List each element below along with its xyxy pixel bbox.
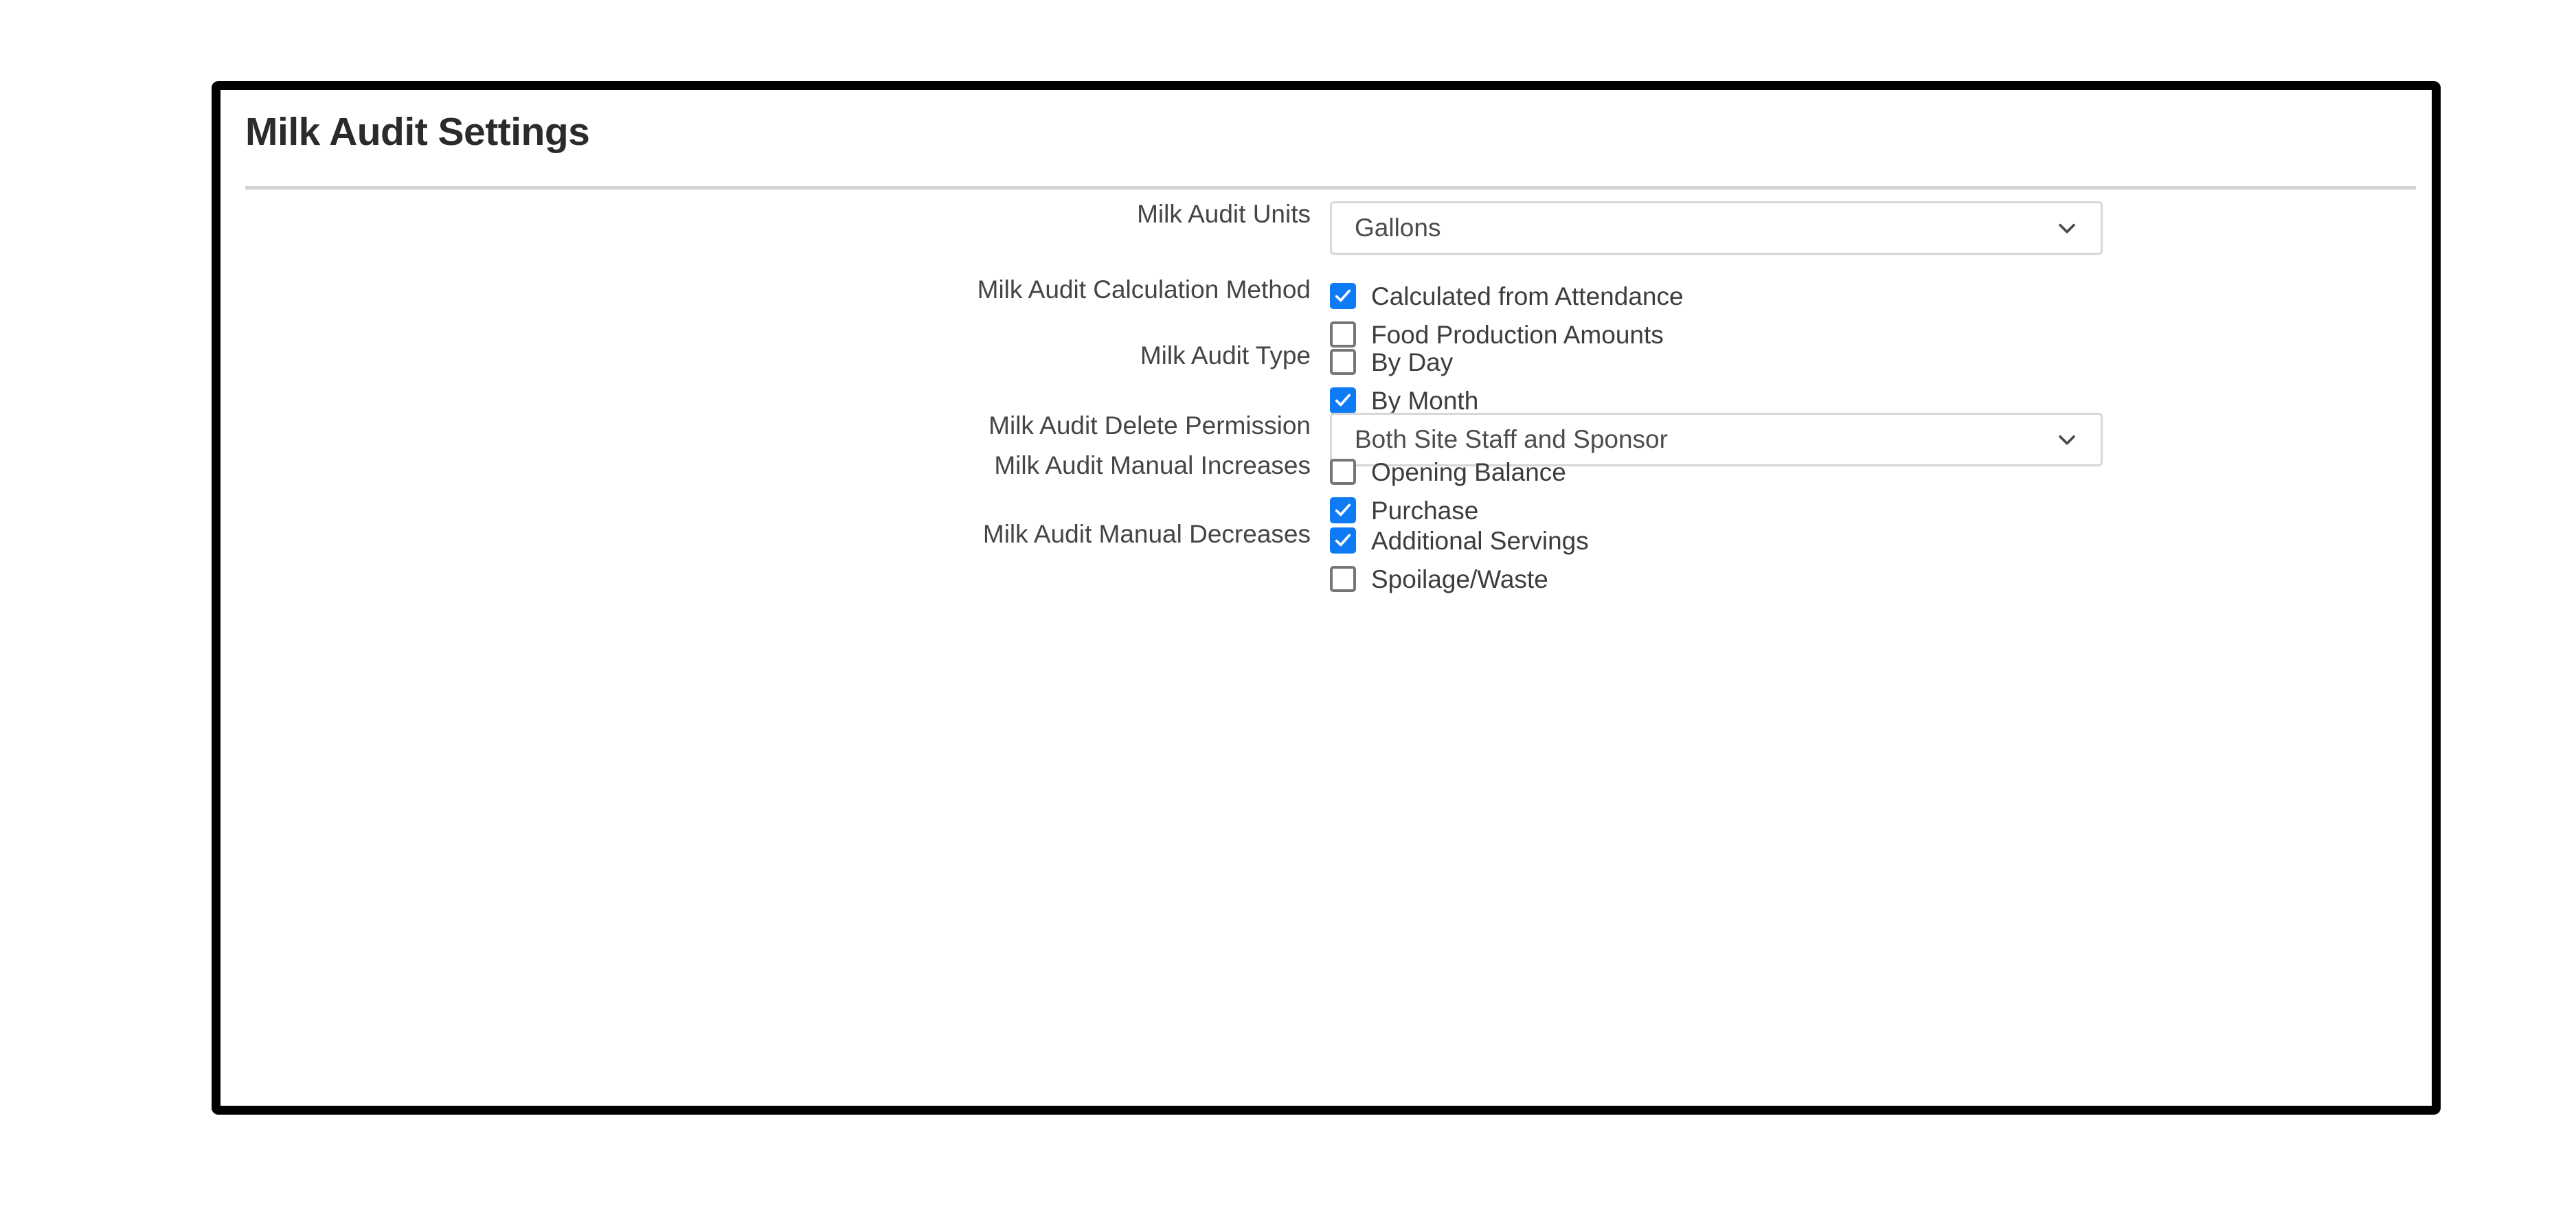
checkbox-by-day[interactable]: [1330, 349, 1356, 375]
field-label-milk-audit-delete-permission: Milk Audit Delete Permission: [221, 413, 1330, 438]
checkbox-additional-servings[interactable]: [1330, 527, 1356, 554]
select-value: Gallons: [1355, 203, 1440, 253]
field-label-milk-audit-type: Milk Audit Type: [221, 343, 1330, 368]
title-divider: [245, 186, 2416, 190]
checkbox-item-by-day[interactable]: By Day: [1330, 343, 2432, 381]
field-control-milk-audit-manual-decreases: Additional Servings Spoilage/Waste: [1330, 521, 2432, 598]
form-row-milk-audit-manual-increases: Milk Audit Manual IncreasesOpening Balan…: [221, 453, 2432, 530]
chevron-down-icon: [2055, 216, 2079, 240]
field-label-milk-audit-units: Milk Audit Units: [221, 201, 1330, 227]
chevron-down-icon: [2055, 428, 2079, 451]
panel-inner: Milk Audit Settings Milk Audit Units Gall…: [221, 90, 2432, 1106]
checkbox-group-milk-audit-manual-increases: Opening Balance Purchase: [1330, 453, 2432, 530]
checkbox-group-milk-audit-type: By Day By Month: [1330, 343, 2432, 420]
field-control-milk-audit-type: By Day By Month: [1330, 343, 2432, 420]
checkbox-spoilage-waste[interactable]: [1330, 566, 1356, 592]
field-label-milk-audit-manual-decreases: Milk Audit Manual Decreases: [221, 521, 1330, 547]
field-control-milk-audit-manual-increases: Opening Balance Purchase: [1330, 453, 2432, 530]
field-label-milk-audit-manual-increases: Milk Audit Manual Increases: [221, 453, 1330, 478]
milk-audit-settings-panel: Milk Audit Settings Milk Audit Units Gall…: [212, 81, 2441, 1115]
screen-root: Milk Audit Settings Milk Audit Units Gall…: [0, 0, 2576, 1217]
checkbox-item-opening-balance[interactable]: Opening Balance: [1330, 453, 2432, 491]
checkbox-item-calculated-from-attendance[interactable]: Calculated from Attendance: [1330, 277, 2432, 315]
checkbox-item-additional-servings[interactable]: Additional Servings: [1330, 521, 2432, 560]
checkbox-label-by-day: By Day: [1371, 350, 1453, 375]
select-milk-audit-units[interactable]: Gallons: [1330, 201, 2103, 255]
checkbox-label-calculated-from-attendance: Calculated from Attendance: [1371, 284, 1684, 309]
checkbox-label-additional-servings: Additional Servings: [1371, 528, 1589, 554]
checkbox-purchase[interactable]: [1330, 497, 1356, 523]
checkbox-label-opening-balance: Opening Balance: [1371, 459, 1566, 485]
checkbox-label-purchase: Purchase: [1371, 498, 1478, 523]
checkbox-opening-balance[interactable]: [1330, 459, 1356, 485]
checkbox-item-spoilage-waste[interactable]: Spoilage/Waste: [1330, 560, 2432, 598]
checkbox-group-milk-audit-manual-decreases: Additional Servings Spoilage/Waste: [1330, 521, 2432, 598]
checkbox-label-spoilage-waste: Spoilage/Waste: [1371, 567, 1548, 592]
field-control-milk-audit-units: Gallons: [1330, 201, 2432, 255]
checkbox-label-by-month: By Month: [1371, 388, 1478, 413]
checkbox-by-month[interactable]: [1330, 387, 1356, 413]
page-title: Milk Audit Settings: [245, 109, 589, 155]
form-row-milk-audit-type: Milk Audit Type By Day By Month: [221, 343, 2432, 420]
checkbox-calculated-from-attendance[interactable]: [1330, 283, 1356, 309]
field-label-milk-audit-calculation-method: Milk Audit Calculation Method: [221, 277, 1330, 302]
form-row-milk-audit-units: Milk Audit Units Gallons: [221, 201, 2432, 255]
form-row-milk-audit-manual-decreases: Milk Audit Manual DecreasesAdditional Se…: [221, 521, 2432, 598]
